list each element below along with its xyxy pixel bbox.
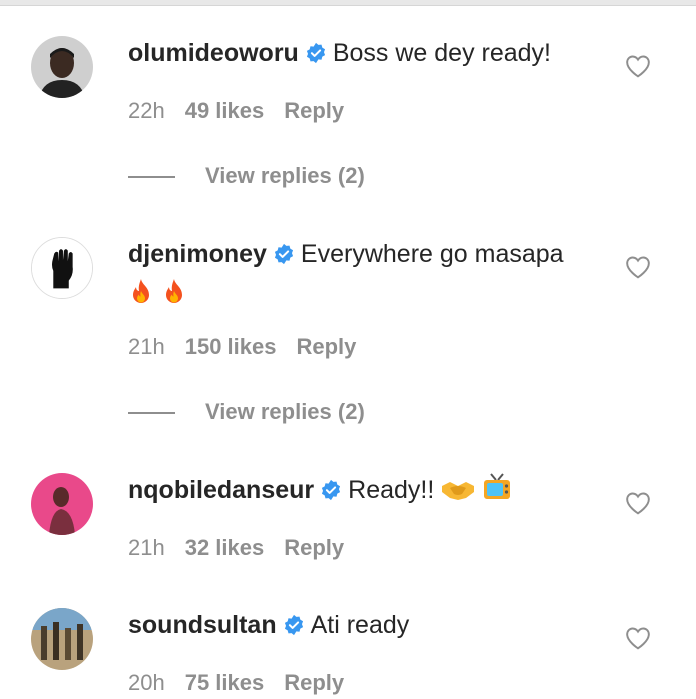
heart-outline-icon[interactable] <box>625 255 651 279</box>
replies-divider <box>128 176 175 179</box>
verified-badge-icon <box>320 475 342 512</box>
likes-count[interactable]: 150 likes <box>185 334 277 359</box>
avatar[interactable] <box>31 473 93 535</box>
fire-emoji <box>128 278 154 317</box>
view-replies-button[interactable]: View replies (2) <box>128 399 365 425</box>
view-replies-button[interactable]: View replies (2) <box>128 163 365 189</box>
handshake-emoji <box>441 476 475 513</box>
verified-badge-icon <box>283 610 305 647</box>
likes-count[interactable]: 49 likes <box>185 98 265 123</box>
view-replies-label: View replies (2) <box>205 399 365 424</box>
reply-button[interactable]: Reply <box>296 334 356 359</box>
comment-body: olumideoworu Boss we dey ready! <box>128 35 598 75</box>
likes-count[interactable]: 75 likes <box>185 670 265 695</box>
replies-divider <box>128 412 175 415</box>
comment-text: Boss we dey ready! <box>332 39 551 67</box>
reply-button[interactable]: Reply <box>284 670 344 695</box>
comment-meta: 21h 150 likes Reply <box>128 334 376 360</box>
likes-count[interactable]: 32 likes <box>185 535 265 560</box>
reply-button[interactable]: Reply <box>284 98 344 123</box>
television-emoji <box>482 472 512 513</box>
heart-outline-icon[interactable] <box>625 491 651 515</box>
view-replies-label: View replies (2) <box>205 163 365 188</box>
fire-emoji <box>161 278 187 317</box>
comment-body: soundsultan Ati ready <box>128 607 598 647</box>
heart-outline-icon[interactable] <box>625 54 651 78</box>
verified-badge-icon <box>305 38 327 75</box>
timestamp: 22h <box>128 98 165 123</box>
reply-button[interactable]: Reply <box>284 535 344 560</box>
avatar[interactable] <box>31 608 93 670</box>
comment-meta: 20h 75 likes Reply <box>128 670 364 696</box>
comment-text: Ati ready <box>310 611 410 639</box>
avatar[interactable] <box>31 237 93 299</box>
username[interactable]: djenimoney <box>128 240 267 268</box>
comment-text: Everywhere go masapa <box>300 240 564 268</box>
timestamp: 20h <box>128 670 165 695</box>
username[interactable]: olumideoworu <box>128 39 299 67</box>
avatar[interactable] <box>31 36 93 98</box>
comment-body: djenimoney Everywhere go masapa <box>128 236 598 317</box>
timestamp: 21h <box>128 535 165 560</box>
timestamp: 21h <box>128 334 165 359</box>
comment-body: nqobiledanseur Ready!! <box>128 472 598 513</box>
top-divider <box>0 0 696 6</box>
verified-badge-icon <box>273 239 295 276</box>
comment-meta: 22h 49 likes Reply <box>128 98 364 124</box>
username[interactable]: nqobiledanseur <box>128 476 314 504</box>
username[interactable]: soundsultan <box>128 611 277 639</box>
comment-meta: 21h 32 likes Reply <box>128 535 364 561</box>
comment-text: Ready!! <box>348 476 435 504</box>
heart-outline-icon[interactable] <box>625 626 651 650</box>
